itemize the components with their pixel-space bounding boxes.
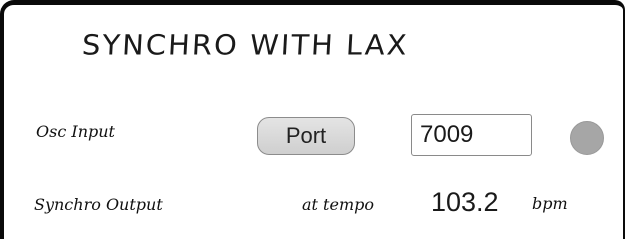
bpm-unit-label: bpm [532,194,568,213]
port-number-input[interactable] [411,114,532,156]
osc-input-label: Osc Input [36,122,115,141]
at-tempo-label: at tempo [302,195,374,214]
synchro-output-label: Synchro Output [34,195,163,214]
panel-title: SYNCHRO WITH LAX [81,28,410,62]
tempo-value: 103.2 [431,187,499,217]
port-button[interactable]: Port [257,117,355,155]
status-indicator-icon [570,121,604,155]
